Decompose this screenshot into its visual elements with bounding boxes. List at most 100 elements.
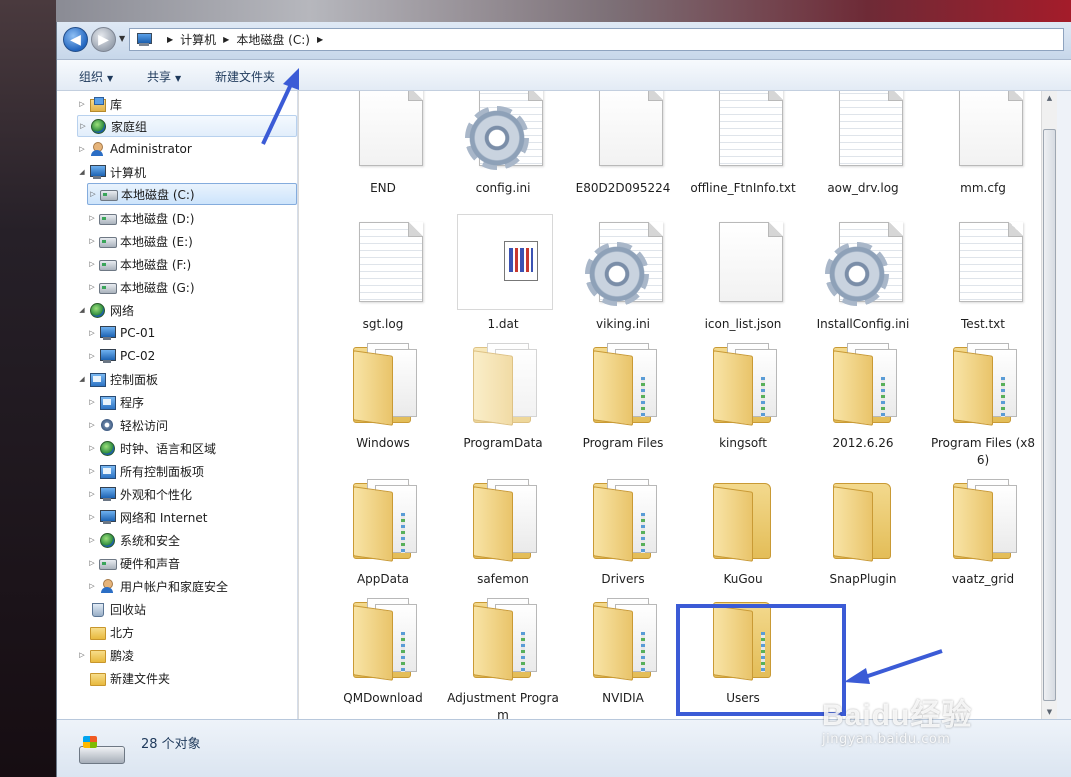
chevron-right-icon[interactable]: ▶ xyxy=(317,35,323,44)
file-item-sgt-log[interactable]: sgt.log xyxy=(325,218,441,338)
collapse-icon[interactable]: ◢ xyxy=(77,306,87,314)
back-button[interactable]: ◀ xyxy=(63,27,88,52)
file-label: icon_list.json xyxy=(704,317,782,331)
content-scrollbar[interactable]: ▲ ▼ xyxy=(1041,91,1057,719)
chevron-right-icon[interactable]: ▶ xyxy=(167,35,173,44)
history-dropdown-icon[interactable]: ▼ xyxy=(119,34,125,43)
scroll-down-icon[interactable]: ▼ xyxy=(1042,705,1057,719)
tree-item-all-control-panel[interactable]: ▷ 所有控制面板项 xyxy=(87,460,204,482)
tree-item-pc-02[interactable]: ▷ PC-02 xyxy=(87,345,155,367)
expand-icon[interactable]: ▷ xyxy=(87,214,97,222)
expand-icon[interactable]: ▷ xyxy=(88,190,98,198)
tree-item-administrator[interactable]: ▷ Administrator xyxy=(77,138,192,160)
folder-item-programdata[interactable]: ProgramData xyxy=(445,337,561,467)
expand-icon[interactable]: ▷ xyxy=(87,559,97,567)
collapse-icon[interactable]: ◢ xyxy=(77,375,87,383)
expand-icon[interactable]: ▷ xyxy=(87,398,97,406)
tree-item-drive-c[interactable]: ▷ 本地磁盘 (C:) xyxy=(87,183,297,205)
tree-item-ease-of-access[interactable]: ▷ 轻松访问 xyxy=(87,414,168,436)
tree-item-new-folder[interactable]: 新建文件夹 xyxy=(89,667,170,689)
folder-icon xyxy=(351,473,417,565)
expand-icon[interactable]: ▷ xyxy=(77,145,87,153)
file-item-viking-ini[interactable]: viking.ini xyxy=(565,218,681,338)
file-item-installconfig-ini[interactable]: InstallConfig.ini xyxy=(805,218,921,338)
tree-item-clock-language[interactable]: ▷ 时钟、语言和区域 xyxy=(87,437,216,459)
expand-icon[interactable]: ▷ xyxy=(87,467,97,475)
tree-item-network-internet[interactable]: ▷ 网络和 Internet xyxy=(87,506,207,528)
collapse-icon[interactable]: ◢ xyxy=(77,168,87,176)
tree-item-pc-01[interactable]: ▷ PC-01 xyxy=(87,322,155,344)
content-scroll-thumb[interactable] xyxy=(1043,129,1056,701)
folder-label: Drivers xyxy=(601,572,645,586)
file-label: E80D2D095224 xyxy=(575,181,671,195)
tree-item-drive-d[interactable]: ▷ 本地磁盘 (D:) xyxy=(87,207,194,229)
file-item-icon-list-json[interactable]: icon_list.json xyxy=(685,218,801,338)
breadcrumb-drive-c[interactable]: 本地磁盘 (C:) xyxy=(236,31,310,48)
folder-item-2012-6-26[interactable]: 2012.6.26 xyxy=(805,337,921,467)
folder-item-drivers[interactable]: Drivers xyxy=(565,473,681,593)
file-item-1-dat[interactable]: 1.dat xyxy=(445,214,561,338)
tree-item-system-security[interactable]: ▷ 系统和安全 xyxy=(87,529,180,551)
file-item-end[interactable]: END xyxy=(325,91,441,202)
tree-item-drive-g[interactable]: ▷ 本地磁盘 (G:) xyxy=(87,276,194,298)
folder-item-adjustment-program[interactable]: Adjustment Program xyxy=(445,592,561,719)
file-item-mm-cfg[interactable]: mm.cfg xyxy=(925,91,1041,202)
annotation-arrow-new-folder xyxy=(261,68,299,145)
scroll-up-icon[interactable]: ▲ xyxy=(1042,91,1057,105)
expand-icon[interactable]: ▷ xyxy=(87,260,97,268)
expand-icon[interactable]: ▷ xyxy=(87,237,97,245)
tree-item-hardware-sound[interactable]: ▷ 硬件和声音 xyxy=(87,552,180,574)
folder-item-windows[interactable]: Windows xyxy=(325,337,441,467)
folder-item-kugou[interactable]: KuGou xyxy=(685,473,801,593)
folder-label: QMDownload xyxy=(343,691,423,705)
folder-item-qmdownload[interactable]: QMDownload xyxy=(325,592,441,718)
file-item-test-txt[interactable]: Test.txt xyxy=(925,218,1041,338)
folder-item-program-files[interactable]: Program Files xyxy=(565,337,681,467)
expand-icon[interactable]: ▷ xyxy=(87,582,97,590)
expand-icon[interactable]: ▷ xyxy=(77,100,87,108)
folder-item-vaatz-grid[interactable]: vaatz_grid xyxy=(925,473,1041,593)
file-item-config-ini[interactable]: config.ini xyxy=(445,91,561,202)
share-button[interactable]: 共享 ▼ xyxy=(147,68,181,85)
expand-icon[interactable]: ▷ xyxy=(87,421,97,429)
breadcrumb-computer[interactable]: 计算机 xyxy=(180,31,216,48)
expand-icon[interactable]: ▷ xyxy=(87,444,97,452)
tree-item-appearance[interactable]: ▷ 外观和个性化 xyxy=(87,483,192,505)
tree-item-drive-f[interactable]: ▷ 本地磁盘 (F:) xyxy=(87,253,191,275)
file-item-aow-drv-log[interactable]: aow_drv.log xyxy=(805,91,921,202)
organize-button[interactable]: 组织 ▼ xyxy=(79,68,113,85)
expand-icon[interactable]: ▷ xyxy=(87,513,97,521)
tree-item-user-accounts[interactable]: ▷ 用户帐户和家庭安全 xyxy=(87,575,228,597)
tree-item-pengling[interactable]: ▷ 鹏凌 xyxy=(77,644,134,666)
expand-icon[interactable]: ▷ xyxy=(87,536,97,544)
forward-button[interactable]: ▶ xyxy=(91,27,116,52)
blank-file-icon xyxy=(351,91,423,174)
expand-icon[interactable]: ▷ xyxy=(87,329,97,337)
folder-item-appdata[interactable]: AppData xyxy=(325,473,441,593)
tree-item-control-panel[interactable]: ◢ 控制面板 xyxy=(77,368,158,390)
desktop-background-top xyxy=(56,0,1071,24)
expand-icon[interactable]: ▷ xyxy=(77,651,87,659)
tree-item-recycle-bin[interactable]: 回收站 xyxy=(89,598,146,620)
expand-icon[interactable]: ▷ xyxy=(87,283,97,291)
tree-item-library[interactable]: ▷ 库 xyxy=(77,93,122,115)
folder-icon xyxy=(951,473,1017,565)
tree-item-beifang[interactable]: 北方 xyxy=(89,621,134,643)
expand-icon[interactable]: ▷ xyxy=(87,490,97,498)
tree-label: 系统和安全 xyxy=(120,533,181,548)
expand-icon[interactable]: ▷ xyxy=(78,122,88,130)
tree-item-network[interactable]: ◢ 网络 xyxy=(77,299,134,321)
chevron-right-icon[interactable]: ▶ xyxy=(223,35,229,44)
expand-icon[interactable]: ▷ xyxy=(87,352,97,360)
folder-item-program-files-x86[interactable]: Program Files (x86) xyxy=(925,337,1041,467)
file-item-offline-ftninfo[interactable]: offline_FtnInfo.txt xyxy=(685,91,801,202)
folder-item-nvidia[interactable]: NVIDIA xyxy=(565,592,681,718)
folder-item-safemon[interactable]: safemon xyxy=(445,473,561,593)
tree-item-programs[interactable]: ▷ 程序 xyxy=(87,391,144,413)
tree-item-drive-e[interactable]: ▷ 本地磁盘 (E:) xyxy=(87,230,193,252)
address-field[interactable]: ▶ 计算机 ▶ 本地磁盘 (C:) ▶ xyxy=(129,28,1064,51)
folder-item-kingsoft[interactable]: kingsoft xyxy=(685,337,801,467)
folder-item-snapplugin[interactable]: SnapPlugin xyxy=(805,473,921,593)
file-item-e80d2d095224[interactable]: E80D2D095224 xyxy=(565,91,681,202)
tree-item-computer[interactable]: ◢ 计算机 xyxy=(77,161,146,183)
